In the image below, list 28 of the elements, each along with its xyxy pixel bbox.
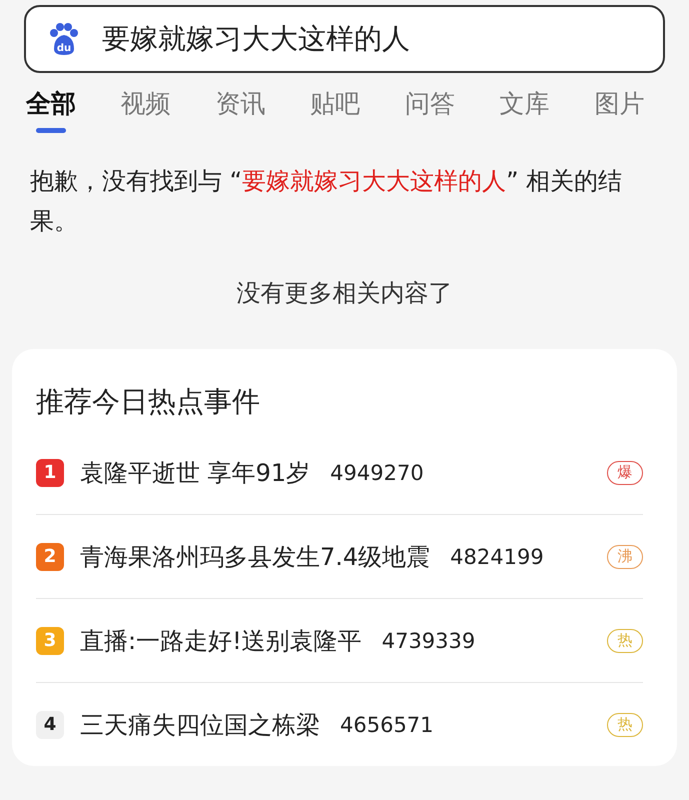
card-title: 推荐今日热点事件 (36, 384, 261, 420)
heat-count: 4824199 (450, 544, 544, 568)
category-tab[interactable]: 文库 (500, 87, 594, 133)
hot-event-link[interactable]: 袁隆平逝世 享年91岁 (80, 456, 310, 488)
heat-tag: 爆 (607, 460, 643, 484)
heat-tag: 热 (607, 628, 643, 652)
search-field[interactable]: du 要嫁就嫁习大大这样的人 (24, 5, 665, 73)
heat-tag: 热 (607, 712, 643, 736)
heat-count: 4739339 (382, 628, 476, 652)
heat-count: 4949270 (330, 460, 424, 484)
rank-badge: 3 (36, 626, 64, 654)
rank-badge: 2 (36, 542, 64, 570)
rank-badge: 4 (36, 710, 64, 738)
rank-badge: 1 (36, 458, 64, 486)
category-tab[interactable]: 图片 (594, 87, 689, 133)
category-tab[interactable]: 问答 (404, 87, 500, 133)
hot-event-link[interactable]: 三天痛失四位国之栋梁 (80, 708, 320, 740)
category-tab[interactable]: 贴吧 (310, 87, 405, 133)
heat-count: 4656571 (340, 712, 434, 736)
search-input[interactable]: 要嫁就嫁习大大这样的人 (102, 22, 643, 56)
end-of-results-text: 没有更多相关内容了 (236, 278, 454, 309)
heat-tag: 沸 (607, 544, 643, 568)
category-tab[interactable]: 全部 (26, 87, 121, 133)
no-results-message: 抱歉，没有找到与 “要嫁就嫁习大大这样的人” 相关的结果。 (30, 166, 624, 237)
hot-event-link[interactable]: 青海果洛州玛多县发生7.4级地震 (80, 540, 430, 572)
category-tab[interactable]: 视频 (120, 87, 216, 133)
category-tab[interactable]: 资讯 (215, 87, 310, 133)
hot-event-link[interactable]: 直播:一路走好!送别袁隆平 (80, 624, 362, 656)
